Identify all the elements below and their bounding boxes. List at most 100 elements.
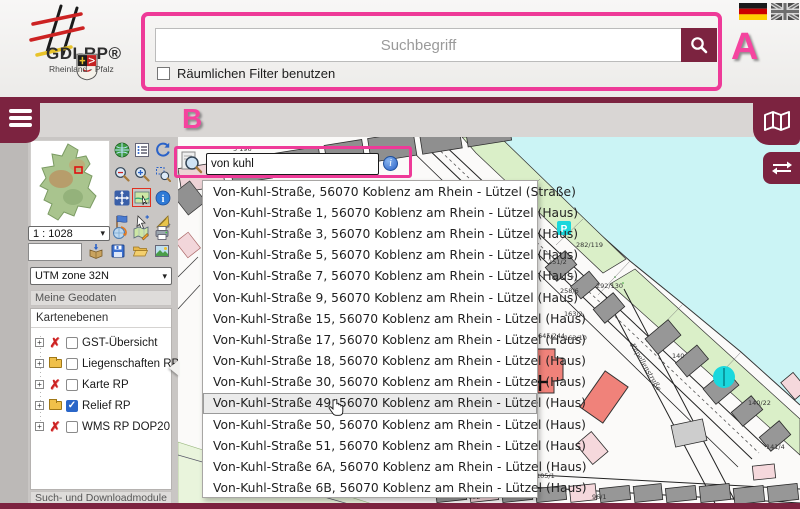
- edit-map-button[interactable]: [132, 224, 149, 241]
- sidebar-margin: [0, 137, 28, 509]
- zoom-out-button[interactable]: [113, 165, 130, 182]
- layers-panel: Kartenebenen +✗GST-Übersicht+Liegenschaf…: [30, 308, 172, 490]
- map-cursor-icon: [134, 190, 150, 206]
- layer-label[interactable]: Liegenschaften RP: [82, 358, 179, 370]
- zoom-box-button[interactable]: [154, 165, 171, 182]
- globe-icon: [114, 142, 130, 158]
- print-button[interactable]: [153, 224, 170, 241]
- folder-icon: [49, 359, 62, 368]
- projection-value: UTM zone 32N: [35, 270, 109, 282]
- expand-icon[interactable]: +: [35, 338, 44, 347]
- chevron-down-icon: ▾: [100, 228, 105, 239]
- layer-label[interactable]: GST-Übersicht: [82, 337, 157, 349]
- logo-subtitle: Rheinland - Pfalz: [49, 64, 114, 74]
- zoom-back-button[interactable]: [154, 141, 171, 158]
- layer-row: +✗WMS RP DOP20: [31, 416, 171, 437]
- scale-select[interactable]: 1 : 1028 ▾: [28, 226, 110, 241]
- my-geodata-bar[interactable]: Meine Geodaten: [30, 290, 172, 306]
- globe-arrow-icon: [112, 225, 128, 241]
- open-folder-button[interactable]: [131, 242, 148, 259]
- info-button[interactable]: i: [154, 189, 171, 206]
- projection-select[interactable]: UTM zone 32N ▾: [30, 267, 172, 285]
- svg-text:282/119: 282/119: [576, 241, 603, 249]
- suggestion-item[interactable]: Von-Kuhl-Straße 50, 56070 Koblenz am Rhe…: [203, 414, 537, 435]
- svg-text:140/22: 140/22: [748, 399, 771, 407]
- annotation-b: B: [182, 103, 202, 135]
- svg-text:96/1: 96/1: [592, 493, 607, 501]
- svg-text:140: 140: [672, 352, 684, 360]
- suggestion-item[interactable]: Von-Kuhl-Straße, 56070 Koblenz am Rhein …: [203, 181, 537, 202]
- suggestion-item[interactable]: Von-Kuhl-Straße 15, 56070 Koblenz am Rhe…: [203, 308, 537, 329]
- suggestion-item[interactable]: Von-Kuhl-Straße 5, 56070 Koblenz am Rhei…: [203, 245, 537, 266]
- address-search-icon[interactable]: [179, 150, 203, 174]
- suggestion-item[interactable]: Von-Kuhl-Straße 51, 56070 Koblenz am Rhe…: [203, 435, 537, 456]
- suggestion-item[interactable]: Von-Kuhl-Straße 17, 56070 Koblenz am Rhe…: [203, 329, 537, 350]
- suggestion-item[interactable]: Von-Kuhl-Straße 6B, 56070 Koblenz am Rhe…: [203, 478, 537, 499]
- layer-label[interactable]: Relief RP: [82, 400, 131, 412]
- sidebar-collapse-handle[interactable]: [169, 360, 179, 376]
- layer-checkbox[interactable]: [66, 337, 78, 349]
- suggestion-item[interactable]: Von-Kuhl-Straße 7, 56070 Koblenz am Rhei…: [203, 266, 537, 287]
- suggestion-item[interactable]: Von-Kuhl-Straße 30, 56070 Koblenz am Rhe…: [203, 372, 537, 393]
- header: GDI-RP® Rheinland - Pfalz Räumlichen Fil…: [0, 0, 800, 97]
- layer-checkbox[interactable]: [66, 400, 78, 412]
- red-x-icon: ✗: [48, 378, 62, 391]
- expand-icon[interactable]: +: [35, 422, 44, 431]
- layer-row: +Liegenschaften RP: [31, 353, 171, 374]
- legend-button[interactable]: [133, 141, 150, 158]
- suggestion-item[interactable]: Von-Kuhl-Straße 1, 56070 Koblenz am Rhei…: [203, 202, 537, 223]
- map-pencil-icon: [133, 225, 149, 241]
- layer-checkbox[interactable]: [66, 379, 78, 391]
- zoom-rectangle-icon: [155, 166, 171, 182]
- export-image-button[interactable]: [153, 242, 170, 259]
- legend-icon: [134, 142, 150, 158]
- layer-checkbox[interactable]: [66, 358, 78, 370]
- suggestion-item[interactable]: Von-Kuhl-Straße 9, 56070 Koblenz am Rhei…: [203, 287, 537, 308]
- overview-map[interactable]: [30, 140, 110, 227]
- address-search-input[interactable]: [206, 153, 379, 175]
- folder-icon: [132, 243, 148, 259]
- layer-checkbox[interactable]: [66, 421, 78, 433]
- zoom-in-button[interactable]: [133, 165, 150, 182]
- undo-arrow-icon: [155, 142, 171, 158]
- svg-text:i: i: [161, 194, 164, 205]
- layer-row: + Relief RP: [31, 395, 171, 416]
- search-button[interactable]: [681, 28, 717, 62]
- save-button[interactable]: [109, 242, 126, 259]
- chevron-down-icon: ▾: [162, 271, 167, 282]
- app-root: GDI-RP® Rheinland - Pfalz Räumlichen Fil…: [0, 0, 800, 509]
- german-flag-icon[interactable]: [739, 3, 767, 20]
- suggestion-item[interactable]: Von-Kuhl-Straße 18, 56070 Koblenz am Rhe…: [203, 351, 537, 372]
- uk-flag-icon[interactable]: [771, 3, 799, 20]
- expand-icon[interactable]: +: [35, 380, 44, 389]
- search-input[interactable]: [155, 28, 682, 62]
- pan-button[interactable]: [113, 189, 130, 206]
- annotation-a: A: [731, 26, 758, 69]
- wmc-load-button[interactable]: [111, 224, 128, 241]
- menu-band: [0, 103, 800, 137]
- image-icon: [154, 243, 170, 259]
- menu-button[interactable]: [0, 97, 40, 143]
- layer-label[interactable]: Karte RP: [82, 379, 129, 391]
- feature-info-tool-button[interactable]: [133, 189, 150, 206]
- printer-icon: [154, 225, 170, 241]
- layer-label[interactable]: WMS RP DOP20: [82, 421, 170, 433]
- address-search-info-icon[interactable]: i: [383, 156, 398, 171]
- pan-arrows-icon: [114, 190, 130, 206]
- suggestion-item[interactable]: Von-Kuhl-Straße 49, 56070 Koblenz am Rhe…: [203, 393, 537, 414]
- zoom-out-icon: [114, 166, 130, 182]
- my-geodata-label: Meine Geodaten: [35, 292, 116, 304]
- floppy-disk-icon: [110, 243, 126, 259]
- expand-icon[interactable]: +: [35, 401, 44, 410]
- suggestion-item[interactable]: Von-Kuhl-Straße 3, 56070 Koblenz am Rhei…: [203, 223, 537, 244]
- info-icon: i: [155, 190, 171, 206]
- map-panel-button[interactable]: [753, 97, 800, 145]
- spatial-filter-checkbox[interactable]: [157, 67, 170, 80]
- wmc-name-input[interactable]: [28, 243, 82, 261]
- expand-icon[interactable]: +: [35, 359, 44, 368]
- suggestion-item[interactable]: Von-Kuhl-Straße 6A, 56070 Koblenz am Rhe…: [203, 456, 537, 477]
- layer-row: + ✗ Karte RP: [31, 374, 171, 395]
- swap-layers-button[interactable]: [763, 152, 800, 184]
- full-extent-button[interactable]: [113, 141, 130, 158]
- load-session-button[interactable]: [87, 242, 104, 259]
